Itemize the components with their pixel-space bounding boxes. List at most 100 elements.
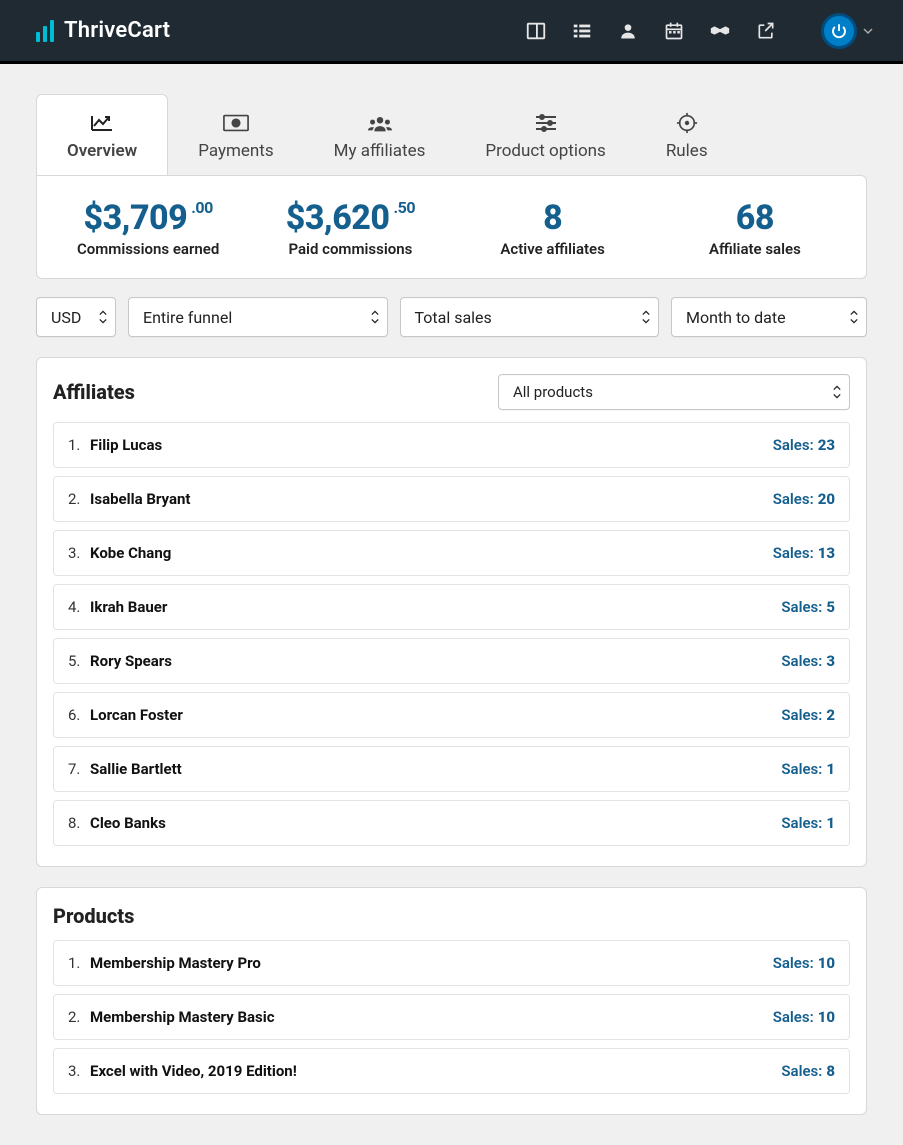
sales-value: 10 bbox=[818, 954, 835, 972]
list-item[interactable]: 6.Lorcan FosterSales: 2 bbox=[53, 692, 850, 738]
top-bar: ThriveCart bbox=[0, 0, 903, 64]
stat-label: Paid commissions bbox=[249, 240, 451, 258]
money-icon bbox=[223, 113, 249, 133]
tab-label: My affiliates bbox=[334, 141, 426, 161]
row-index: 7. bbox=[68, 760, 90, 778]
user-icon[interactable] bbox=[617, 20, 639, 42]
row-name: Isabella Bryant bbox=[90, 490, 773, 508]
tab-label: Rules bbox=[666, 141, 708, 161]
sales-value: 10 bbox=[818, 1008, 835, 1026]
list-item[interactable]: 2.Isabella BryantSales: 20 bbox=[53, 476, 850, 522]
tab-label: Overview bbox=[67, 141, 137, 161]
tab-overview[interactable]: Overview bbox=[36, 94, 168, 175]
sliders-icon bbox=[533, 113, 559, 133]
tab-my-affiliates[interactable]: My affiliates bbox=[304, 95, 456, 175]
sales-value: 1 bbox=[826, 760, 835, 778]
currency-select[interactable]: USD bbox=[36, 297, 116, 337]
row-name: Cleo Banks bbox=[90, 814, 781, 832]
affiliates-panel: Affiliates All products 1.Filip LucasSal… bbox=[36, 357, 867, 867]
list-item[interactable]: 7.Sallie BartlettSales: 1 bbox=[53, 746, 850, 792]
sales-value: 3 bbox=[826, 652, 835, 670]
stat-active-affiliates: 8 Active affiliates bbox=[452, 198, 654, 258]
date-range-select[interactable]: Month to date bbox=[671, 297, 867, 337]
row-index: 2. bbox=[68, 1008, 90, 1026]
product-filter-select[interactable]: All products bbox=[498, 374, 850, 410]
select-value: USD bbox=[51, 308, 81, 327]
funnel-select[interactable]: Entire funnel bbox=[128, 297, 388, 337]
select-value: Total sales bbox=[415, 308, 492, 327]
brand-icon bbox=[36, 20, 54, 42]
row-index: 3. bbox=[68, 1062, 90, 1080]
sales-value: 23 bbox=[818, 436, 835, 454]
row-name: Membership Mastery Basic bbox=[90, 1008, 773, 1026]
tab-rules[interactable]: Rules bbox=[636, 95, 738, 175]
list-item[interactable]: 1.Filip LucasSales: 23 bbox=[53, 422, 850, 468]
sales-value: 1 bbox=[826, 814, 835, 832]
stat-value-main: 68 bbox=[736, 198, 774, 238]
row-name: Ikrah Bauer bbox=[90, 598, 781, 616]
select-value: Month to date bbox=[686, 308, 786, 327]
row-index: 8. bbox=[68, 814, 90, 832]
chevron-down-icon bbox=[863, 26, 873, 36]
calendar-icon[interactable] bbox=[663, 20, 685, 42]
power-icon bbox=[821, 13, 857, 49]
sales-label: Sales: bbox=[781, 598, 822, 616]
list-item[interactable]: 8.Cleo BanksSales: 1 bbox=[53, 800, 850, 846]
stat-value-cents: .50 bbox=[394, 198, 416, 217]
sales-label: Sales: bbox=[773, 1008, 814, 1026]
row-name: Sallie Bartlett bbox=[90, 760, 781, 778]
sales-label: Sales: bbox=[781, 706, 822, 724]
affiliates-list: 1.Filip LucasSales: 23 2.Isabella BryantS… bbox=[53, 422, 850, 846]
sales-value: 20 bbox=[818, 490, 835, 508]
list-item[interactable]: 3.Excel with Video, 2019 Edition!Sales: … bbox=[53, 1048, 850, 1094]
row-index: 5. bbox=[68, 652, 90, 670]
sales-label: Sales: bbox=[781, 652, 822, 670]
tab-product-options[interactable]: Product options bbox=[455, 95, 635, 175]
sales-value: 2 bbox=[826, 706, 835, 724]
sales-label: Sales: bbox=[781, 814, 822, 832]
select-arrows-icon bbox=[371, 310, 379, 324]
stat-value-cents: .00 bbox=[191, 198, 213, 217]
list-icon[interactable] bbox=[571, 20, 593, 42]
list-item[interactable]: 2.Membership Mastery BasicSales: 10 bbox=[53, 994, 850, 1040]
target-icon bbox=[674, 113, 700, 133]
row-index: 1. bbox=[68, 954, 90, 972]
sales-value: 13 bbox=[818, 544, 835, 562]
tab-label: Payments bbox=[198, 141, 273, 161]
stat-value-main: $3,709 bbox=[83, 198, 187, 238]
list-item[interactable]: 3.Kobe ChangSales: 13 bbox=[53, 530, 850, 576]
brand[interactable]: ThriveCart bbox=[36, 18, 170, 43]
row-name: Rory Spears bbox=[90, 652, 781, 670]
row-name: Lorcan Foster bbox=[90, 706, 781, 724]
stats-card: $3,709.00 Commissions earned $3,620.50 P… bbox=[36, 175, 867, 279]
row-name: Membership Mastery Pro bbox=[90, 954, 773, 972]
handshake-icon[interactable] bbox=[709, 20, 731, 42]
filter-row: USD Entire funnel Total sales Month to d… bbox=[36, 297, 867, 337]
sales-value: 5 bbox=[826, 598, 835, 616]
chart-icon bbox=[89, 113, 115, 133]
products-list: 1.Membership Mastery ProSales: 102.Membe… bbox=[53, 940, 850, 1094]
list-item[interactable]: 5.Rory SpearsSales: 3 bbox=[53, 638, 850, 684]
account-menu[interactable] bbox=[821, 13, 873, 49]
row-name: Excel with Video, 2019 Edition! bbox=[90, 1062, 781, 1080]
select-value: Entire funnel bbox=[143, 308, 232, 327]
stat-affiliate-sales: 68 Affiliate sales bbox=[654, 198, 856, 258]
users-group-icon bbox=[367, 113, 393, 133]
list-item[interactable]: 1.Membership Mastery ProSales: 10 bbox=[53, 940, 850, 986]
dashboard-panels-icon[interactable] bbox=[525, 20, 547, 42]
list-item[interactable]: 4.Ikrah BauerSales: 5 bbox=[53, 584, 850, 630]
page-content: Overview Payments My affiliates Product … bbox=[0, 64, 903, 1145]
select-arrows-icon bbox=[99, 310, 107, 324]
tab-label: Product options bbox=[485, 141, 605, 161]
row-name: Filip Lucas bbox=[90, 436, 773, 454]
row-name: Kobe Chang bbox=[90, 544, 773, 562]
metric-select[interactable]: Total sales bbox=[400, 297, 660, 337]
sales-value: 8 bbox=[826, 1062, 835, 1080]
stat-commissions-earned: $3,709.00 Commissions earned bbox=[47, 198, 249, 258]
panel-title: Products bbox=[53, 904, 134, 928]
stat-label: Affiliate sales bbox=[654, 240, 856, 258]
tab-payments[interactable]: Payments bbox=[168, 95, 303, 175]
sales-label: Sales: bbox=[781, 760, 822, 778]
export-icon[interactable] bbox=[755, 20, 777, 42]
row-index: 6. bbox=[68, 706, 90, 724]
